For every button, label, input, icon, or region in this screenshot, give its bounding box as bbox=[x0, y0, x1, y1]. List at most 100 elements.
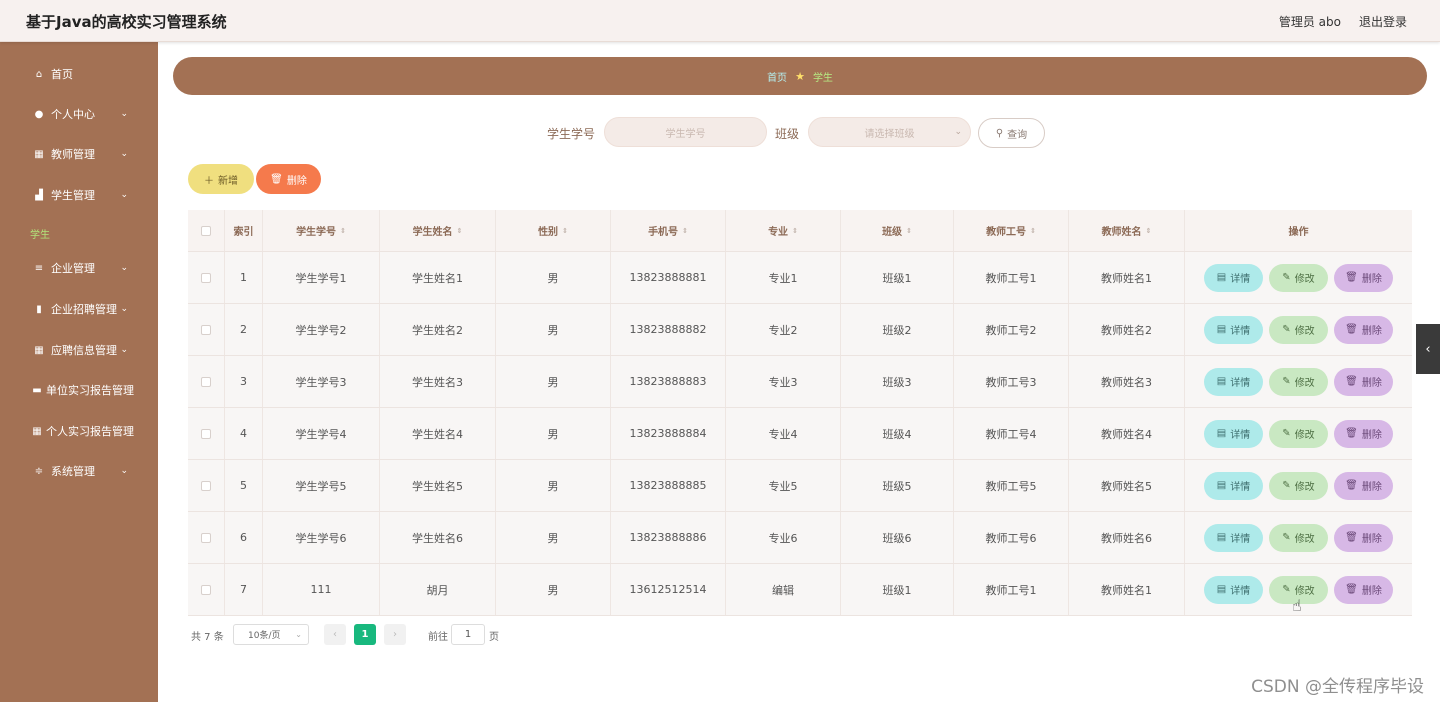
mouse-pointer-icon: ☝ bbox=[1292, 596, 1302, 615]
goto-suffix: 页 bbox=[489, 632, 499, 643]
chevron-down-icon: ⌄ bbox=[120, 190, 128, 200]
edit-button[interactable]: ✎ 修改 bbox=[1269, 263, 1328, 292]
prev-page-button[interactable]: ‹ bbox=[324, 624, 346, 645]
edit-button[interactable]: ✎ 修改 bbox=[1269, 471, 1328, 500]
sidebar-item-unit-reports[interactable]: ▬ 单位实习报告管理 bbox=[0, 378, 158, 402]
sort-icon[interactable]: ⇕ bbox=[792, 227, 798, 235]
row-checkbox-cell bbox=[188, 356, 225, 407]
pagination-total: 共 7 条 bbox=[191, 632, 224, 643]
sort-icon[interactable]: ⇕ bbox=[1146, 227, 1152, 235]
trash-icon: 🗑 bbox=[1345, 428, 1358, 439]
edit-button[interactable]: ✎ 修改 bbox=[1269, 523, 1328, 552]
row-checkbox[interactable] bbox=[201, 324, 211, 335]
sort-icon[interactable]: ⇕ bbox=[906, 227, 912, 235]
detail-button[interactable]: ▤ 详情 bbox=[1204, 575, 1263, 604]
trash-icon: 🗑 bbox=[1345, 584, 1358, 595]
student-no-input[interactable]: 学生学号 bbox=[604, 117, 767, 147]
select-all-checkbox[interactable] bbox=[201, 225, 211, 236]
delete-button[interactable]: 🗑 删除 bbox=[1334, 263, 1393, 292]
cell-class: 班级6 bbox=[841, 512, 954, 563]
cell-index: 7 bbox=[225, 564, 263, 615]
column-header[interactable]: 班级 ⇕ bbox=[841, 210, 954, 251]
cell-class: 班级4 bbox=[841, 408, 954, 459]
detail-button[interactable]: ▤ 详情 bbox=[1204, 419, 1263, 448]
row-checkbox[interactable] bbox=[201, 532, 211, 543]
breadcrumb-home[interactable]: 首页 bbox=[767, 69, 787, 84]
delete-button[interactable]: 🗑 删除 bbox=[1334, 419, 1393, 448]
current-user: 管理员 abo bbox=[1278, 15, 1341, 29]
row-checkbox-cell bbox=[188, 252, 225, 303]
column-header[interactable]: 手机号 ⇕ bbox=[611, 210, 726, 251]
sidebar-item-personal-reports[interactable]: ▦ 个人实习报告管理 bbox=[0, 419, 158, 443]
table-header: 索引 学生学号 ⇕ 学生姓名 ⇕ 性别 ⇕ 手机号 ⇕ 专业 ⇕ 班级 ⇕ 教师工号 ⇕ 教师… bbox=[188, 210, 1412, 252]
sort-icon[interactable]: ⇕ bbox=[1030, 227, 1036, 235]
sidebar-item-students[interactable]: ▟ 学生管理 ⌄ bbox=[0, 183, 158, 207]
breadcrumb-current: 学生 bbox=[812, 72, 833, 84]
cell-index: 4 bbox=[225, 408, 263, 459]
delete-button[interactable]: 🗑 删除 bbox=[1334, 575, 1393, 604]
cell-gender: 男 bbox=[496, 460, 611, 511]
sort-icon[interactable]: ⇕ bbox=[562, 227, 568, 235]
sidebar-item-profile[interactable]: ● 个人中心 ⌄ bbox=[0, 102, 158, 126]
column-header[interactable]: 性别 ⇕ bbox=[496, 210, 611, 251]
page-size-select[interactable]: 10条/页 ⌄ bbox=[233, 624, 309, 645]
sidebar-item-teachers[interactable]: ▦ 教师管理 ⌄ bbox=[0, 142, 158, 166]
column-header[interactable]: 学生姓名 ⇕ bbox=[380, 210, 496, 251]
pencil-icon: ✎ bbox=[1282, 480, 1291, 491]
chevron-down-icon: ⌄ bbox=[120, 109, 128, 119]
watermark: CSDN @全传程序毕设 bbox=[1251, 677, 1424, 697]
cell-teacher-no: 教师工号1 bbox=[954, 564, 1069, 615]
delete-button[interactable]: 🗑 删除 bbox=[1334, 315, 1393, 344]
class-select[interactable]: 请选择班级 ⌄ bbox=[808, 117, 971, 147]
sidebar-item-system[interactable]: ≑ 系统管理 ⌄ bbox=[0, 459, 158, 483]
edit-button[interactable]: ✎ 修改 bbox=[1269, 315, 1328, 344]
cell-teacher-name: 教师姓名1 bbox=[1069, 252, 1185, 303]
sort-icon[interactable]: ⇕ bbox=[457, 227, 463, 235]
column-header[interactable]: 学生学号 ⇕ bbox=[263, 210, 380, 251]
row-checkbox[interactable] bbox=[201, 376, 211, 387]
cell-index: 2 bbox=[225, 304, 263, 355]
sidebar-item-home[interactable]: ⌂ 首页 bbox=[0, 62, 158, 86]
sidebar-item-applications[interactable]: ▦ 应聘信息管理 ⌄ bbox=[0, 338, 158, 362]
delete-button[interactable]: 🗑 删除 bbox=[1334, 367, 1393, 396]
delete-button[interactable]: 🗑 删除 bbox=[1334, 523, 1393, 552]
logout-link[interactable]: 退出登录 bbox=[1359, 13, 1407, 30]
edit-button[interactable]: ✎ 修改 bbox=[1269, 419, 1328, 448]
detail-button-label: 详情 bbox=[1230, 534, 1251, 545]
sort-icon[interactable]: ⇕ bbox=[682, 227, 688, 235]
sidebar-item-recruitment[interactable]: ▮ 企业招聘管理 ⌄ bbox=[0, 297, 158, 321]
document-icon: ▤ bbox=[1216, 480, 1227, 491]
column-header[interactable]: 教师工号 ⇕ bbox=[954, 210, 1069, 251]
class-label: 班级 bbox=[775, 127, 800, 141]
sidebar-item-companies[interactable]: ≡ 企业管理 ⌄ bbox=[0, 256, 158, 280]
column-header[interactable]: 专业 ⇕ bbox=[726, 210, 841, 251]
page-number-current[interactable]: 1 bbox=[354, 624, 376, 645]
row-checkbox[interactable] bbox=[201, 584, 211, 595]
goto-page-input[interactable]: 1 bbox=[451, 624, 485, 645]
next-page-button[interactable]: › bbox=[384, 624, 406, 645]
column-header-label: 性别 bbox=[538, 227, 559, 238]
chevron-down-icon: ⌄ bbox=[295, 630, 302, 639]
row-checkbox[interactable] bbox=[201, 480, 211, 491]
sidebar-subitem-student[interactable]: 学生 bbox=[30, 226, 50, 241]
collapse-panel-button[interactable]: ‹ bbox=[1416, 324, 1440, 374]
detail-button[interactable]: ▤ 详情 bbox=[1204, 471, 1263, 500]
detail-button[interactable]: ▤ 详情 bbox=[1204, 367, 1263, 396]
detail-button[interactable]: ▤ 详情 bbox=[1204, 263, 1263, 292]
edit-button[interactable]: ✎ 修改 bbox=[1269, 367, 1328, 396]
cell-phone: 13612512514 bbox=[611, 564, 726, 615]
cell-class: 班级1 bbox=[841, 252, 954, 303]
delete-button[interactable]: 🗑 删除 bbox=[1334, 471, 1393, 500]
detail-button[interactable]: ▤ 详情 bbox=[1204, 315, 1263, 344]
sort-icon[interactable]: ⇕ bbox=[340, 227, 346, 235]
row-checkbox[interactable] bbox=[201, 272, 211, 283]
row-checkbox[interactable] bbox=[201, 428, 211, 439]
cell-class: 班级5 bbox=[841, 460, 954, 511]
query-button-label: 查询 bbox=[1007, 129, 1028, 141]
cell-major: 专业6 bbox=[726, 512, 841, 563]
batch-delete-button[interactable]: 🗑 删除 bbox=[256, 164, 321, 194]
query-button[interactable]: ⚲ 查询 bbox=[978, 118, 1045, 148]
column-header[interactable]: 教师姓名 ⇕ bbox=[1069, 210, 1185, 251]
add-button[interactable]: ＋ 新增 bbox=[188, 164, 254, 194]
detail-button[interactable]: ▤ 详情 bbox=[1204, 523, 1263, 552]
